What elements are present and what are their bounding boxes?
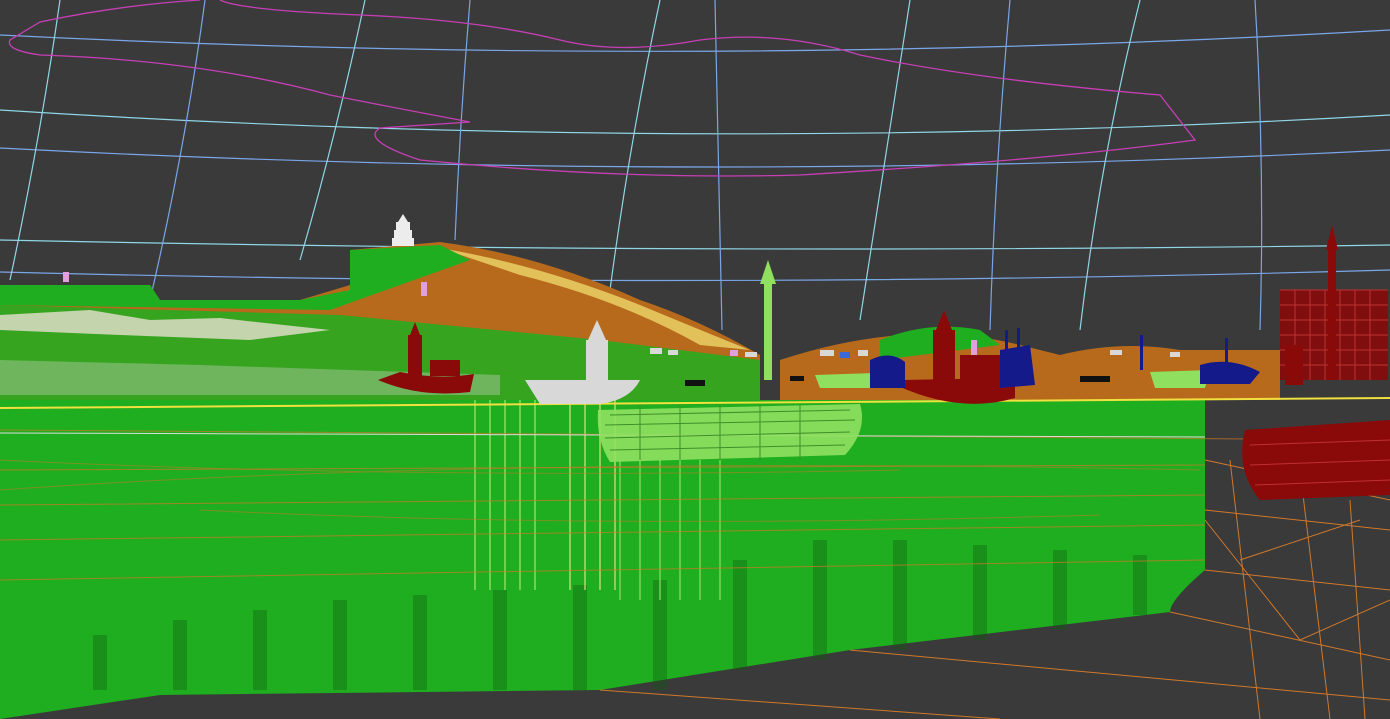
pink-marker[interactable] <box>63 272 69 282</box>
viewport-canvas[interactable] <box>0 0 1390 719</box>
pink-marker[interactable] <box>421 282 427 296</box>
3d-viewport[interactable] <box>0 0 1390 719</box>
pink-marker[interactable] <box>971 340 977 356</box>
